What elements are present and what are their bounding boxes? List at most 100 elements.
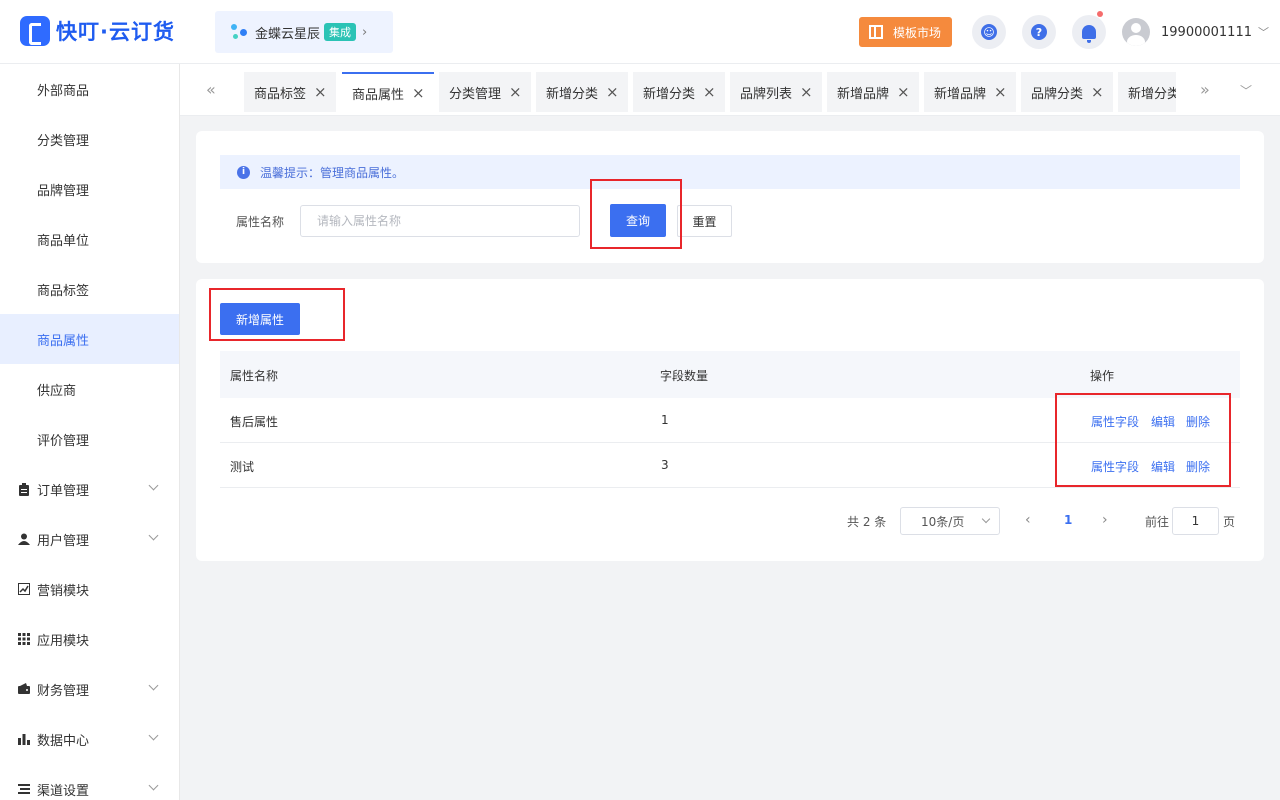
sidebar-item-attributes[interactable]: 商品属性 (0, 314, 179, 364)
sidebar-group-label: 财务管理 (37, 683, 90, 699)
sidebar-group-apps[interactable]: 应用模块 (0, 614, 179, 664)
chevron-down-icon (148, 530, 159, 541)
notification-button[interactable] (1072, 11, 1106, 49)
sidebar-group-channel[interactable]: 渠道设置 (0, 764, 179, 800)
tab-item-active[interactable]: 商品属性 × (342, 72, 434, 112)
close-icon[interactable]: × (412, 84, 425, 102)
sidebar-group-finance[interactable]: 财务管理 (0, 664, 179, 714)
tab-label: 新增分类 (546, 86, 599, 102)
sidebar-item-tags[interactable]: 商品标签 (0, 264, 179, 314)
user-menu[interactable]: 19900001111 ﹀ (1122, 18, 1269, 46)
close-icon[interactable]: × (703, 83, 716, 101)
chevron-down-icon[interactable]: ﹀ (1240, 82, 1252, 99)
sidebar-item-reviews[interactable]: 评价管理 (0, 414, 179, 464)
goto-page-input[interactable] (1172, 507, 1219, 535)
double-chevron-right-icon[interactable]: » (1200, 80, 1210, 99)
prev-page-icon[interactable]: ‹ (1025, 512, 1031, 528)
notification-dot (1097, 11, 1103, 17)
chevron-down-icon (148, 730, 159, 741)
tab-label: 分类管理 (449, 86, 502, 102)
app-logo[interactable]: 快叮·云订货 (20, 16, 175, 46)
highlight-box-actions (1055, 393, 1231, 487)
cell-name: 售后属性 (230, 415, 279, 429)
sidebar-item-supplier[interactable]: 供应商 (0, 364, 179, 414)
cell-count: 1 (661, 413, 669, 427)
search-card (196, 131, 1264, 263)
tab-item[interactable]: 品牌列表 × (730, 72, 822, 112)
close-icon[interactable]: × (800, 83, 813, 101)
close-icon[interactable]: × (1091, 83, 1104, 101)
tab-label: 新增分类 (643, 86, 696, 102)
close-icon[interactable]: × (994, 83, 1007, 101)
current-page[interactable]: 1 (1064, 513, 1072, 527)
page-size-select[interactable]: 10条/页 (900, 507, 1000, 535)
help-icon: ? (1031, 24, 1047, 40)
wallet-icon (18, 683, 30, 695)
close-icon[interactable]: × (897, 83, 910, 101)
list-icon (18, 783, 30, 795)
chevron-down-icon (148, 780, 159, 791)
close-icon[interactable]: × (509, 83, 522, 101)
logo-icon (20, 16, 50, 46)
template-market-label: 模板市场 (893, 25, 942, 40)
chevron-down-icon (148, 680, 159, 691)
goto-suffix: 页 (1223, 515, 1236, 529)
tab-label: 品牌分类 (1031, 86, 1084, 102)
tip-banner: i 温馨提示：管理商品属性。 (220, 155, 1240, 189)
close-icon[interactable]: × (606, 83, 619, 101)
sidebar-item-brand[interactable]: 品牌管理 (0, 164, 179, 214)
sidebar-group-orders[interactable]: 订单管理 (0, 464, 179, 514)
sidebar-group-data[interactable]: 数据中心 (0, 714, 179, 764)
close-icon[interactable]: × (314, 83, 327, 101)
tab-item[interactable]: 新增品牌 × (827, 72, 919, 112)
page-size-value: 10条/页 (921, 514, 965, 529)
reset-button[interactable]: 重置 (677, 205, 732, 237)
highlight-box-add (209, 288, 345, 341)
tab-item[interactable]: 新增分类 × (633, 72, 725, 112)
logo-text: 快叮·云订货 (56, 20, 175, 44)
grid-icon (18, 633, 30, 645)
sidebar-group-marketing[interactable]: 营销模块 (0, 564, 179, 614)
column-header-name: 属性名称 (230, 369, 279, 383)
tab-item[interactable]: 分类管理 × (439, 72, 531, 112)
org-icon (229, 22, 249, 42)
avatar (1122, 18, 1150, 46)
bell-icon (1082, 25, 1096, 43)
org-switcher[interactable]: 金蝶云星辰 集成 › (215, 11, 393, 53)
template-market-button[interactable]: 模板市场 (859, 17, 952, 47)
bar-chart-icon (18, 733, 30, 745)
sidebar-group-users[interactable]: 用户管理 (0, 514, 179, 564)
double-chevron-left-icon[interactable]: « (206, 80, 216, 99)
tab-item[interactable]: 商品标签 × (244, 72, 336, 112)
tab-item[interactable]: 新增品牌 × (924, 72, 1016, 112)
tip-text: 温馨提示：管理商品属性。 (260, 165, 405, 180)
customer-service-icon: ☺ (981, 24, 997, 40)
sidebar-group-label: 订单管理 (37, 483, 90, 499)
table-header: 属性名称 字段数量 操作 (220, 351, 1240, 398)
next-page-icon[interactable]: › (1102, 512, 1108, 528)
attribute-name-input[interactable] (300, 205, 580, 237)
sidebar-item-unit[interactable]: 商品单位 (0, 214, 179, 264)
tab-item[interactable]: 品牌分类 × (1021, 72, 1113, 112)
cell-name: 测试 (230, 460, 255, 474)
chevron-down-icon: ﹀ (1257, 26, 1269, 39)
user-icon (18, 533, 30, 545)
info-icon: i (237, 165, 250, 179)
sidebar-group-label: 应用模块 (37, 633, 90, 649)
tab-item[interactable]: 新增分类 × (536, 72, 628, 112)
help-button[interactable]: ? (1022, 15, 1056, 49)
tab-item[interactable]: 新增分类 (1118, 72, 1176, 112)
highlight-box-query (590, 179, 682, 249)
customer-service-button[interactable]: ☺ (972, 15, 1006, 49)
sidebar-group-label: 营销模块 (37, 583, 90, 599)
tab-label: 新增品牌 (837, 86, 890, 102)
org-badge: 集成 (324, 23, 357, 41)
username: 19900001111 (1161, 24, 1252, 40)
sidebar-item-external-goods[interactable]: 外部商品 (0, 64, 179, 114)
org-name: 金蝶云星辰 (255, 26, 321, 42)
clipboard-icon (18, 483, 30, 496)
sidebar-item-category[interactable]: 分类管理 (0, 114, 179, 164)
sidebar-group-label: 用户管理 (37, 533, 90, 549)
chevron-down-icon (981, 514, 991, 524)
sidebar-group-label: 渠道设置 (37, 783, 90, 799)
